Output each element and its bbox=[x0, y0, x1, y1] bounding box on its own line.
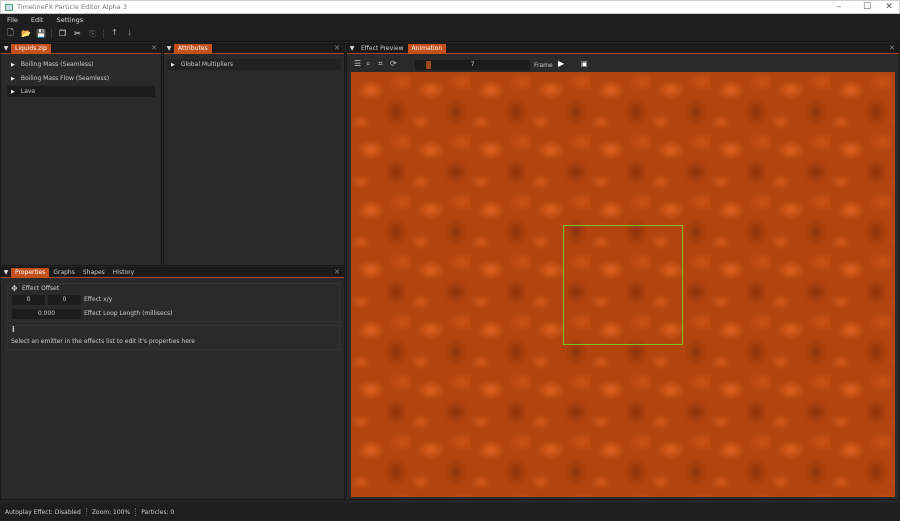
tab-animation[interactable]: Animation bbox=[407, 43, 447, 54]
section-title: Effect Offset bbox=[22, 285, 60, 292]
list-item[interactable]: ▶ Boiling Mass Flow (Seamless) bbox=[7, 73, 155, 84]
library-panel: ▼ Liquids.zip ✕ ▶ Boiling Mass (Seamless) ▶… bbox=[0, 43, 162, 266]
window-title: TimelineFX Particle Editor Alpha 3 bbox=[17, 3, 127, 11]
status-bar: Autoplay Effect: Disabled Zoom: 100% Par… bbox=[0, 503, 900, 521]
list-item[interactable]: ▶ Global Multipliers bbox=[167, 59, 341, 70]
tab-effect-preview[interactable]: Effect Preview bbox=[357, 44, 408, 54]
close-icon[interactable]: ✕ bbox=[889, 44, 895, 52]
status-separator bbox=[135, 508, 137, 516]
tab-liquids[interactable]: Liquids.zip bbox=[11, 43, 51, 54]
expand-arrow-icon[interactable]: ▶ bbox=[171, 62, 175, 68]
menu-edit[interactable]: Edit bbox=[24, 14, 50, 26]
move-up-icon[interactable]: 🡑 bbox=[110, 27, 119, 41]
toolbar-separator bbox=[103, 29, 104, 38]
menu-bar: File Edit Settings bbox=[0, 14, 900, 26]
save-icon[interactable]: ▣ bbox=[581, 60, 588, 68]
properties-panel: ▼ Properties Graphs Shapes History ✕ ✥ E… bbox=[0, 267, 345, 500]
toolbar-separator bbox=[51, 29, 52, 38]
menu-lines-icon[interactable]: ☰ bbox=[354, 59, 361, 68]
menu-file[interactable]: File bbox=[0, 14, 24, 26]
refresh-icon[interactable]: ⟳ bbox=[390, 59, 397, 68]
list-item[interactable]: ▶ Boiling Mass (Seamless) bbox=[7, 59, 155, 70]
frame-value: 7 bbox=[470, 61, 475, 68]
status-separator bbox=[85, 508, 87, 516]
cut-icon[interactable]: ✂ bbox=[73, 29, 82, 38]
zoom-status: Zoom: 100% bbox=[91, 508, 131, 516]
tab-properties[interactable]: Properties bbox=[11, 267, 50, 278]
move-down-icon[interactable]: 🡓 bbox=[125, 27, 134, 41]
panel-menu-icon[interactable]: ▼ bbox=[347, 45, 357, 52]
close-window-button[interactable]: ✕ bbox=[879, 2, 899, 12]
frame-label: Frame bbox=[534, 62, 553, 69]
animation-canvas[interactable] bbox=[351, 72, 895, 497]
offset-label: Effect x/y bbox=[84, 296, 113, 303]
tab-shapes[interactable]: Shapes bbox=[79, 268, 109, 278]
item-label: Boiling Mass Flow (Seamless) bbox=[20, 75, 110, 82]
toolbar: 🗋 📂 💾 ❐ ✂ ⎘ 🡑 🡓 bbox=[0, 26, 900, 42]
panel-menu-icon[interactable]: ▼ bbox=[164, 45, 174, 52]
close-icon[interactable]: ✕ bbox=[334, 44, 340, 52]
item-label: Boiling Mass (Seamless) bbox=[20, 61, 94, 68]
frame-selection-box[interactable] bbox=[563, 225, 683, 345]
tab-attributes[interactable]: Attributes bbox=[174, 43, 212, 54]
item-label: Lava bbox=[20, 88, 36, 95]
expand-arrow-icon[interactable]: ▶ bbox=[11, 89, 15, 95]
play-icon[interactable]: ▶ bbox=[558, 59, 564, 68]
new-file-icon[interactable]: 🗋 bbox=[6, 27, 15, 41]
expand-arrow-icon[interactable]: ▶ bbox=[11, 62, 15, 68]
panel-menu-icon[interactable]: ▼ bbox=[1, 269, 11, 276]
copy-icon[interactable]: ❐ bbox=[58, 29, 67, 38]
menu-settings[interactable]: Settings bbox=[49, 14, 89, 26]
title-bar: TimelineFX Particle Editor Alpha 3 – ☐ ✕ bbox=[0, 0, 900, 14]
particles-status: Particles: 0 bbox=[141, 508, 175, 516]
offset-x-input[interactable]: 0 bbox=[12, 295, 45, 305]
save-icon[interactable]: 💾 bbox=[36, 29, 46, 38]
tab-history[interactable]: History bbox=[109, 268, 138, 278]
autoplay-status[interactable]: Autoplay Effect: Disabled bbox=[5, 509, 81, 516]
panel-menu-icon[interactable]: ▼ bbox=[1, 45, 11, 52]
loop-length-label: Effect Loop Length (millisecs) bbox=[84, 310, 173, 317]
offset-y-input[interactable]: 0 bbox=[48, 295, 81, 305]
maximize-button[interactable]: ☐ bbox=[857, 2, 877, 12]
expand-arrow-icon[interactable]: ▶ bbox=[11, 76, 15, 82]
app-icon bbox=[5, 4, 13, 11]
paste-icon[interactable]: ⎘ bbox=[88, 29, 97, 39]
info-text: Select an emitter in the effects list to… bbox=[11, 338, 195, 345]
minimize-button[interactable]: – bbox=[829, 2, 849, 12]
info-icon: i bbox=[12, 325, 15, 334]
move-icon: ✥ bbox=[11, 284, 18, 293]
loop-length-input[interactable]: 0.000 bbox=[12, 309, 81, 319]
open-folder-icon[interactable]: 📂 bbox=[21, 29, 31, 38]
zoom-icon[interactable]: ⌕ bbox=[366, 59, 370, 69]
close-icon[interactable]: ✕ bbox=[334, 268, 340, 276]
list-item-selected[interactable]: ▶ Lava bbox=[7, 86, 155, 97]
item-label: Global Multipliers bbox=[180, 61, 233, 68]
crop-icon[interactable]: ⌗ bbox=[378, 59, 383, 69]
tab-graphs[interactable]: Graphs bbox=[49, 268, 79, 278]
attributes-panel: ▼ Attributes ✕ ▶ Global Multipliers bbox=[163, 43, 345, 266]
close-icon[interactable]: ✕ bbox=[151, 44, 157, 52]
frame-slider[interactable]: 7 bbox=[415, 60, 530, 70]
